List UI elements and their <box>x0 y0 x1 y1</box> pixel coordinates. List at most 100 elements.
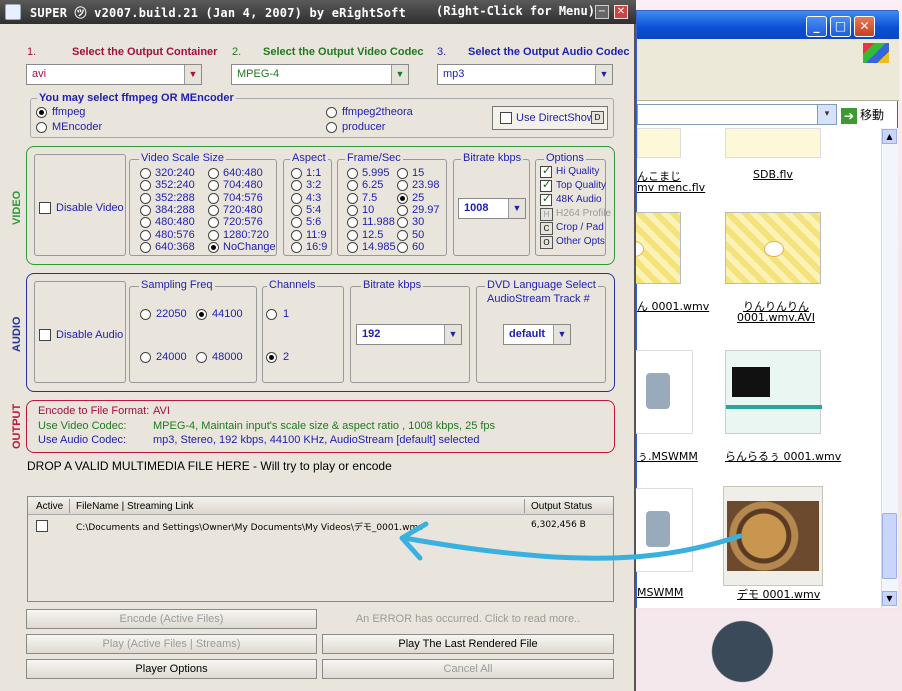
channel-2-radio[interactable] <box>266 352 277 363</box>
scale-size-radio[interactable] <box>208 204 219 216</box>
scale-size-radio[interactable] <box>208 241 219 253</box>
channel-1-radio[interactable] <box>266 309 277 320</box>
file-thumbnail[interactable] <box>725 350 822 434</box>
directshow-checkbox[interactable] <box>500 112 512 124</box>
scroll-up-icon[interactable]: ▲ <box>882 129 897 144</box>
option-48k-audio-checkbox[interactable] <box>540 192 552 206</box>
close-button[interactable]: ✕ <box>854 16 875 37</box>
video-options-title: Options <box>544 152 586 164</box>
explorer-title-bar[interactable]: _ □ ✕ <box>637 11 899 39</box>
scrollbar-thumb[interactable] <box>882 513 897 579</box>
scale-size-radio[interactable] <box>208 229 219 241</box>
audio-codec-select[interactable]: mp3 ▼ <box>437 64 613 85</box>
mencoder-radio[interactable] <box>36 122 47 133</box>
scale-size-radio[interactable] <box>140 241 151 253</box>
scale-size-radio[interactable] <box>140 229 151 241</box>
output-format-label: Encode to File Format: <box>38 405 150 417</box>
cancel-all-button[interactable]: Cancel All <box>322 659 614 679</box>
option-other-opts-icon[interactable]: O <box>540 236 553 249</box>
fps-radio[interactable] <box>347 229 358 241</box>
minimize-button[interactable]: − <box>595 5 609 19</box>
file-thumbnail[interactable] <box>725 212 821 284</box>
freq-22050-radio[interactable] <box>140 309 151 320</box>
freq-24000-radio[interactable] <box>140 352 151 363</box>
scroll-down-icon[interactable]: ▼ <box>882 591 897 606</box>
fps-radio[interactable] <box>347 241 358 253</box>
aspect-radio[interactable] <box>291 229 302 241</box>
fps-radio[interactable] <box>397 192 408 204</box>
chevron-down-icon[interactable]: ▼ <box>553 325 570 344</box>
ffmpeg2theora-radio[interactable] <box>326 107 337 118</box>
fps-radio[interactable] <box>397 229 408 241</box>
file-thumbnail[interactable] <box>725 128 821 158</box>
minimize-button[interactable]: _ <box>806 16 827 37</box>
player-options-button[interactable]: Player Options <box>26 659 317 679</box>
fps-radio[interactable] <box>397 168 408 179</box>
super-title-bar[interactable]: SUPER ㋡ v2007.build.21 (Jan 4, 2007) by … <box>0 0 636 24</box>
scale-size-radio[interactable] <box>208 192 219 204</box>
disable-video-checkbox[interactable] <box>39 202 51 214</box>
option-hi-quality-checkbox[interactable] <box>540 164 552 178</box>
ffmpeg-radio[interactable] <box>36 107 47 118</box>
file-name[interactable]: MSWMM <box>637 586 683 599</box>
scale-size-label: 480:576 <box>155 228 195 241</box>
fps-radio[interactable] <box>397 241 408 253</box>
error-message-link[interactable]: An ERROR has occurred. Click to read mor… <box>322 609 614 629</box>
scale-size-radio[interactable] <box>140 204 151 216</box>
col-filename[interactable]: FileName | Streaming Link <box>76 501 194 512</box>
scale-size-label: 640:480 <box>223 167 263 179</box>
file-name[interactable]: SDB.flv <box>753 168 793 181</box>
audiostream-select[interactable]: default ▼ <box>503 324 571 345</box>
container-select[interactable]: avi ▼ <box>26 64 202 85</box>
close-button[interactable]: ✕ <box>614 5 628 19</box>
file-name[interactable]: ぅ.MSWMM <box>637 448 698 464</box>
video-codec-select[interactable]: MPEG-4 ▼ <box>231 64 409 85</box>
disable-audio-checkbox[interactable] <box>39 329 51 341</box>
play-last-button[interactable]: Play The Last Rendered File <box>322 634 614 654</box>
chevron-down-icon[interactable]: ▼ <box>184 65 201 84</box>
drop-zone-hint[interactable]: DROP A VALID MULTIMEDIA FILE HERE - Will… <box>27 459 392 473</box>
col-active[interactable]: Active <box>36 501 63 512</box>
chevron-down-icon[interactable]: ▼ <box>595 65 612 84</box>
address-bar[interactable] <box>637 104 837 125</box>
aspect-radio[interactable] <box>291 192 302 204</box>
file-name-line2[interactable]: 0001.wmv.AVI <box>737 311 815 324</box>
play-button[interactable]: Play (Active Files | Streams) <box>26 634 317 654</box>
chevron-down-icon[interactable]: ▼ <box>508 199 525 218</box>
option-crop-pad-icon[interactable]: C <box>540 222 553 235</box>
directshow-info-icon[interactable]: D <box>591 111 604 124</box>
file-name[interactable]: らんらるぅ 0001.wmv <box>725 448 841 464</box>
aspect-radio[interactable] <box>291 204 302 216</box>
chevron-down-icon[interactable]: ▼ <box>444 325 461 344</box>
fps-radio[interactable] <box>347 192 358 204</box>
file-thumbnail[interactable] <box>635 350 693 434</box>
go-button[interactable]: ➔ 移動 <box>841 106 895 124</box>
maximize-button[interactable]: □ <box>830 16 851 37</box>
right-click-hint: (Right-Click for Menu) <box>436 4 595 18</box>
freq-48000-radio[interactable] <box>196 352 207 363</box>
file-name[interactable]: ん 0001.wmv <box>637 298 709 314</box>
video-bitrate-select[interactable]: 1008 ▼ <box>458 198 526 219</box>
file-thumbnail[interactable] <box>637 128 681 158</box>
audio-bitrate-select[interactable]: 192 ▼ <box>356 324 462 345</box>
file-name[interactable]: デモ 0001.wmv <box>737 586 820 602</box>
scale-size-radio[interactable] <box>140 168 151 179</box>
aspect-radio[interactable] <box>291 168 302 179</box>
encode-button[interactable]: Encode (Active Files) <box>26 609 317 629</box>
scale-size-radio[interactable] <box>208 168 219 179</box>
fps-radio[interactable] <box>347 168 358 179</box>
file-name-line2[interactable]: mv menc.flv <box>637 181 705 194</box>
row-filename[interactable]: C:\Documents and Settings\Owner\My Docum… <box>76 520 424 533</box>
fps-radio[interactable] <box>347 204 358 216</box>
fps-radio[interactable] <box>397 204 408 216</box>
freq-44100-radio[interactable] <box>196 309 207 320</box>
option-top-quality-checkbox[interactable] <box>540 178 552 192</box>
engine-group-title: You may select ffmpeg OR MEncoder <box>37 92 236 104</box>
directshow-toggle[interactable]: Use DirectShow D <box>492 106 608 130</box>
row-active-checkbox[interactable] <box>36 520 48 532</box>
chevron-down-icon[interactable]: ▼ <box>391 65 408 84</box>
scale-size-radio[interactable] <box>140 192 151 204</box>
producer-radio[interactable] <box>326 122 337 133</box>
address-dropdown-icon[interactable]: ▾ <box>817 105 836 124</box>
aspect-radio[interactable] <box>291 241 302 253</box>
